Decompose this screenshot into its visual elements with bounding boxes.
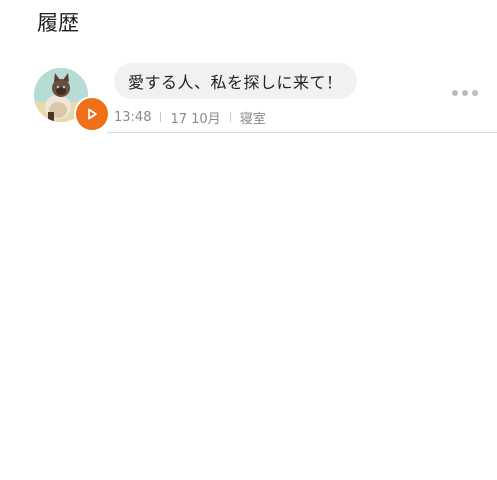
more-dots-icon (472, 90, 478, 96)
more-dots-icon (462, 90, 468, 96)
message-text: 愛する人、私を探しに来て！ (128, 73, 343, 92)
history-item[interactable]: 愛する人、私を探しに来て！ 13:48 17 10月 寝室 (0, 56, 497, 136)
more-options-button[interactable] (452, 85, 478, 101)
message-location: 寝室 (239, 111, 266, 127)
row-divider (107, 132, 497, 133)
page-title: 履歴 (37, 11, 79, 35)
message-time: 13:48 (114, 109, 152, 125)
meta-separator (229, 112, 231, 122)
avatar-group (34, 68, 110, 132)
message-date: 17 10月 (170, 111, 221, 127)
message-meta: 13:48 17 10月 寝室 (114, 108, 266, 127)
more-dots-icon (452, 90, 458, 96)
play-button[interactable] (74, 96, 110, 132)
message-bubble[interactable]: 愛する人、私を探しに来て！ (114, 63, 357, 99)
meta-separator (160, 112, 162, 122)
play-icon (88, 108, 97, 120)
